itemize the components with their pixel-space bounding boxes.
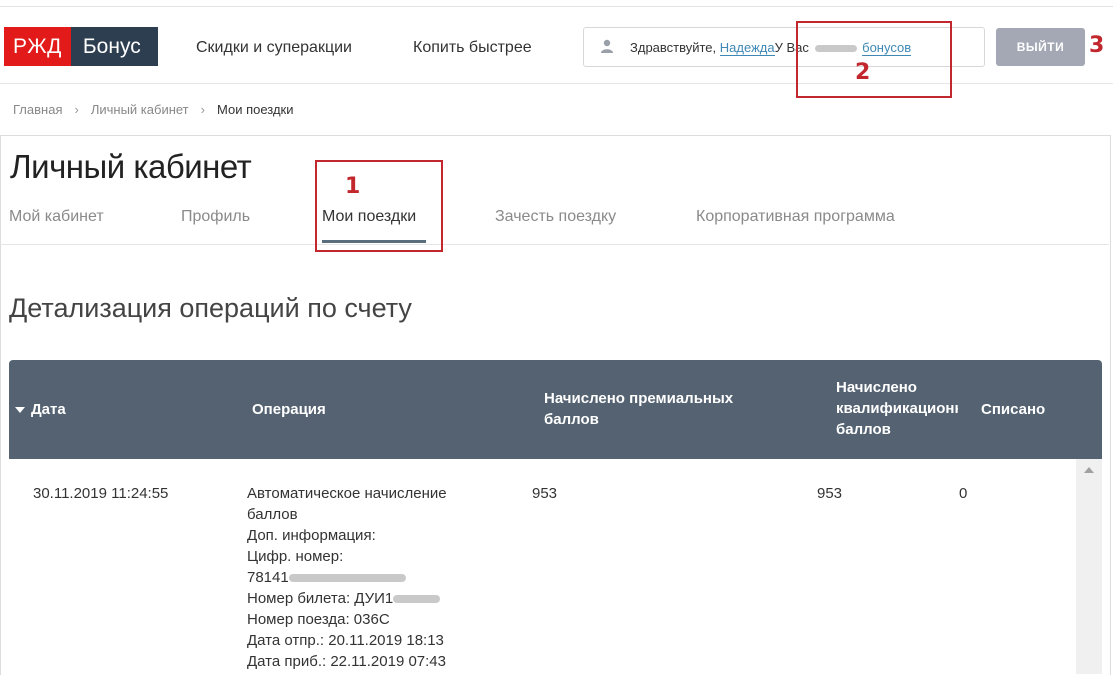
digital-number-prefix: 78141 [247,569,289,586]
operation-line: Цифр. номер: [247,548,344,565]
blurred-ticket [393,595,441,604]
operation-line: баллов [247,506,298,523]
tab-credit-trip[interactable]: Зачесть поездку [495,208,616,226]
top-strip [0,0,1113,7]
operation-line-digital-number: 78141 [247,567,447,588]
column-operation: Операция [252,401,326,418]
operation-line: Номер поезда: 036С [247,611,390,628]
column-qual-line1: Начислено [836,379,917,396]
ticket-number-prefix: Номер билета: ДУИ1 [247,590,394,607]
breadcrumb-separator: › [200,102,205,117]
sort-down-icon [15,407,25,414]
operation-line: Автоматическое начисление [247,485,447,502]
logo-rzd: РЖД [4,27,71,66]
column-written-off: Списано [981,401,1046,418]
section-title: Детализация операций по счету [9,293,412,323]
breadcrumb-account[interactable]: Личный кабинет [91,102,189,117]
column-premium-line1: Начислено премиальных [544,390,734,407]
tab-profile[interactable]: Профиль [181,208,250,226]
table-scrollbar[interactable] [1076,459,1102,674]
cell-date: 30.11.2019 11:24:55 [33,485,169,502]
scroll-up-icon[interactable] [1084,467,1094,473]
page-title: Личный кабинет [10,148,252,185]
column-premium-line2: баллов [544,411,599,428]
column-qual-line3: баллов [836,421,891,438]
blurred-number [288,574,406,583]
annotation-label-2: 2 [855,60,871,85]
nav-earn-faster[interactable]: Копить быстрее [413,39,532,57]
column-qual-line2: квалификационных [836,400,958,417]
breadcrumb-home[interactable]: Главная [13,102,62,117]
breadcrumb-current: Мои поездки [216,102,294,117]
breadcrumb: Главная › Личный кабинет › Мои поездки [13,102,300,117]
operation-line: Дата отпр.: 20.11.2019 18:13 [247,632,444,649]
cell-premium: 953 [532,485,558,502]
logo-bonus: Бонус [70,27,158,66]
column-premium: Начислено премиальных баллов [544,388,733,430]
user-name-link[interactable]: Надежда [719,40,775,56]
operation-line-ticket: Номер билета: ДУИ1 [247,588,447,609]
rzd-bonus-logo[interactable]: РЖД Бонус [4,27,158,66]
annotation-box-2 [796,21,952,98]
account-tabs: Мой кабинет Профиль Мои поездки Зачесть … [0,190,1109,245]
cell-qualification: 953 [817,485,843,502]
annotation-box-1 [315,160,443,252]
column-qualification: Начислено квалификационных баллов [836,377,958,440]
tab-my-account[interactable]: Мой кабинет [9,208,104,226]
logout-button[interactable]: ВЫЙТИ [996,28,1085,66]
annotation-label-3: 3 [1089,33,1105,58]
breadcrumb-separator: › [74,102,79,117]
column-date[interactable]: Дата [15,399,66,420]
operation-line: Дата приб.: 22.11.2019 07:43 [247,653,446,670]
cell-operation: Автоматическое начисление баллов Доп. ин… [247,483,447,672]
user-icon [601,39,613,53]
annotation-label-1: 1 [345,174,361,199]
nav-discounts[interactable]: Скидки и суперакции [196,39,352,57]
table-body: 30.11.2019 11:24:55 Автоматическое начис… [9,459,1102,674]
greeting-prefix: Здравствуйте, [630,40,717,55]
cell-written-off: 0 [959,485,968,502]
operation-line: Доп. информация: [247,527,376,544]
tab-corporate-program[interactable]: Корпоративная программа [696,208,895,226]
table-header: Дата Операция Начислено премиальных балл… [9,360,1102,459]
column-date-label: Дата [31,401,66,418]
